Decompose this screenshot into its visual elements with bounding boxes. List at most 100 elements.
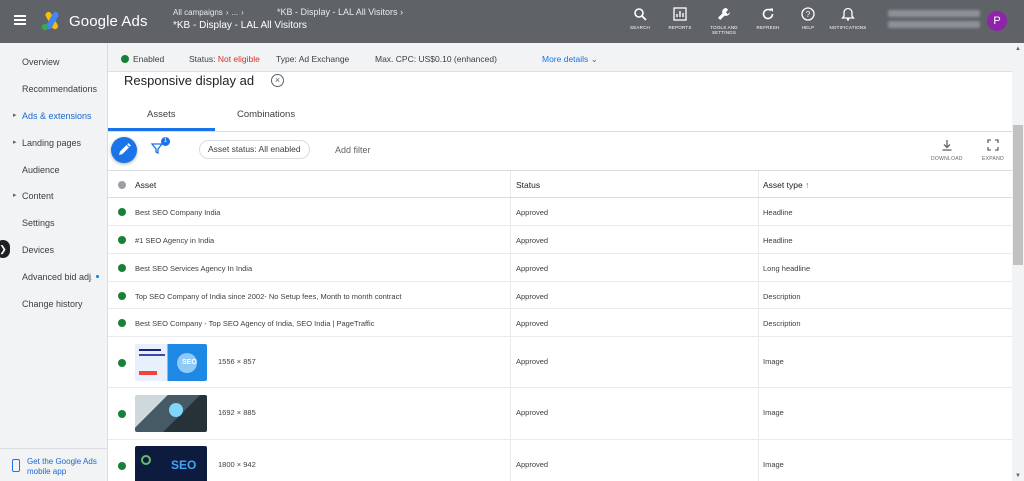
- asset-type: Image: [763, 460, 784, 469]
- refresh-button[interactable]: REFRESH: [748, 7, 788, 35]
- enabled-dot-icon[interactable]: [118, 359, 126, 367]
- menu-icon[interactable]: [14, 15, 26, 25]
- image-dimensions: 1800 × 942: [218, 460, 256, 469]
- column-header-status[interactable]: Status: [516, 180, 540, 190]
- enabled-dot-icon[interactable]: [118, 264, 126, 272]
- chevron-right-icon[interactable]: ▸: [13, 111, 17, 119]
- asset-status: Approved: [516, 264, 549, 273]
- reports-icon: [673, 7, 687, 21]
- column-divider: [510, 337, 511, 387]
- breadcrumb-campaign-label: *KB - Display - LAL All Visitors: [277, 7, 398, 17]
- chevron-down-icon: ⌄: [590, 54, 598, 64]
- breadcrumb-all-campaigns[interactable]: All campaigns: [173, 8, 223, 17]
- filter-icon[interactable]: [151, 143, 163, 154]
- add-filter-button[interactable]: Add filter: [335, 145, 371, 155]
- image-thumbnail[interactable]: [135, 395, 207, 432]
- enabled-dot-icon[interactable]: [118, 319, 126, 327]
- enabled-dot-icon[interactable]: [118, 410, 126, 418]
- table-row[interactable]: SEO 1556 × 857 Approved Image: [108, 337, 1012, 388]
- cpc-label: Max. CPC:: [375, 54, 417, 64]
- sidebar-item-overview[interactable]: Overview: [22, 57, 60, 67]
- breadcrumb-ellipsis[interactable]: ...: [231, 8, 238, 17]
- eligibility-status: Status: Not eligible: [189, 54, 260, 64]
- refresh-label: REFRESH: [756, 25, 780, 30]
- column-divider: [758, 337, 759, 387]
- breadcrumb-separator-icon: ›: [225, 8, 229, 17]
- ad-header: Responsive display ad × Assets Combinati…: [108, 72, 1012, 132]
- asset-status: Approved: [516, 460, 549, 469]
- enabled-dot-icon[interactable]: [118, 462, 126, 470]
- cpc-value: US$0.10 (enhanced): [418, 54, 497, 64]
- column-divider: [510, 282, 511, 308]
- image-thumbnail[interactable]: SEO: [135, 344, 207, 381]
- table-row[interactable]: #1 SEO Agency in India Approved Headline: [108, 226, 1012, 254]
- enabled-label: Enabled: [133, 54, 165, 64]
- thumb-seo-text: SEO: [182, 359, 197, 366]
- column-header-asset[interactable]: Asset: [135, 180, 156, 190]
- sidebar-collapse-button[interactable]: ❯: [0, 240, 10, 258]
- google-ads-logo[interactable]: [41, 11, 63, 31]
- mobile-app-promo[interactable]: Get the Google Ads mobile app: [0, 448, 108, 481]
- edit-button[interactable]: [111, 137, 137, 163]
- tab-combinations[interactable]: Combinations: [237, 109, 295, 120]
- sidebar-item-change-history[interactable]: Change history: [22, 299, 83, 309]
- enabled-dot-icon[interactable]: [118, 292, 126, 300]
- notifications-button[interactable]: NOTIFICATIONS: [828, 7, 868, 35]
- scroll-up-icon[interactable]: ▲: [1015, 46, 1021, 52]
- breadcrumb-current[interactable]: *KB - Display - LAL All Visitors: [173, 20, 307, 31]
- help-button[interactable]: ? HELP: [788, 7, 828, 35]
- sidebar-item-recommendations[interactable]: Recommendations: [22, 84, 97, 94]
- chevron-right-icon[interactable]: ▸: [13, 138, 17, 146]
- scrollbar-thumb[interactable]: [1013, 125, 1023, 265]
- account-info-blurred[interactable]: [888, 10, 980, 32]
- status-column-dot-icon[interactable]: [118, 181, 126, 189]
- page-title: Responsive display ad: [124, 73, 255, 88]
- table-row[interactable]: 1692 × 885 Approved Image: [108, 388, 1012, 440]
- reports-button[interactable]: REPORTS: [660, 7, 700, 35]
- close-circle-icon[interactable]: ×: [271, 74, 284, 87]
- thumb-graphic: [169, 403, 183, 417]
- table-toolbar: 1 Asset status: All enabled Add filter D…: [108, 132, 1012, 170]
- avatar[interactable]: P: [987, 11, 1007, 31]
- expand-button[interactable]: EXPAND: [982, 139, 1004, 162]
- image-dimensions: 1556 × 857: [218, 357, 256, 366]
- enabled-dot-icon[interactable]: [118, 236, 126, 244]
- breadcrumb-campaign[interactable]: *KB - Display - LAL All Visitors ›: [277, 7, 403, 17]
- asset-status-filter-chip[interactable]: Asset status: All enabled: [199, 140, 310, 159]
- refresh-icon: [762, 8, 774, 20]
- pencil-icon: [119, 143, 131, 155]
- table-row[interactable]: Best SEO Company - Top SEO Agency of Ind…: [108, 309, 1012, 337]
- column-divider: [758, 388, 759, 439]
- column-header-asset-type[interactable]: Asset type ↑: [763, 180, 809, 190]
- breadcrumb: All campaigns › ... › *KB - Display - LA…: [173, 7, 403, 31]
- table-row[interactable]: Best SEO Services Agency In India Approv…: [108, 254, 1012, 282]
- scroll-down-icon[interactable]: ▼: [1015, 473, 1021, 479]
- table-row[interactable]: Best SEO Company India Approved Headline: [108, 198, 1012, 226]
- sidebar-item-settings[interactable]: Settings: [22, 218, 55, 228]
- column-divider: [510, 440, 511, 481]
- more-details-link[interactable]: More details ⌄: [542, 54, 598, 65]
- search-button[interactable]: SEARCH: [620, 7, 660, 35]
- sidebar-item-devices[interactable]: Devices: [22, 245, 54, 255]
- download-label: DOWNLOAD: [931, 156, 963, 162]
- chevron-right-icon[interactable]: ▸: [13, 191, 17, 199]
- enabled-dot-icon[interactable]: [118, 208, 126, 216]
- table-row[interactable]: Top SEO Company of India since 2002- No …: [108, 282, 1012, 309]
- column-divider: [758, 254, 759, 281]
- download-button[interactable]: DOWNLOAD: [931, 139, 963, 162]
- asset-status: Approved: [516, 208, 549, 217]
- tab-assets[interactable]: Assets: [147, 109, 176, 120]
- page-scrollbar[interactable]: ▲ ▼: [1012, 43, 1024, 481]
- sidebar-item-advanced-bid-adj[interactable]: Advanced bid adj.: [22, 272, 92, 282]
- asset-type: Image: [763, 357, 784, 366]
- image-thumbnail[interactable]: SEO: [135, 446, 207, 481]
- ad-type: Type: Ad Exchange: [276, 54, 349, 64]
- mobile-app-link[interactable]: Get the Google Ads mobile app: [27, 457, 97, 477]
- enabled-status[interactable]: Enabled: [121, 54, 164, 64]
- sidebar-item-audience[interactable]: Audience: [22, 165, 60, 175]
- tools-settings-button[interactable]: TOOLS AND SETTINGS: [704, 7, 744, 35]
- sidebar-item-content[interactable]: Content: [22, 191, 54, 201]
- sidebar-item-landing-pages[interactable]: Landing pages: [22, 138, 81, 148]
- sidebar-item-ads-extensions[interactable]: Ads & extensions: [22, 111, 92, 121]
- table-row[interactable]: SEO 1800 × 942 Approved Image: [108, 440, 1012, 481]
